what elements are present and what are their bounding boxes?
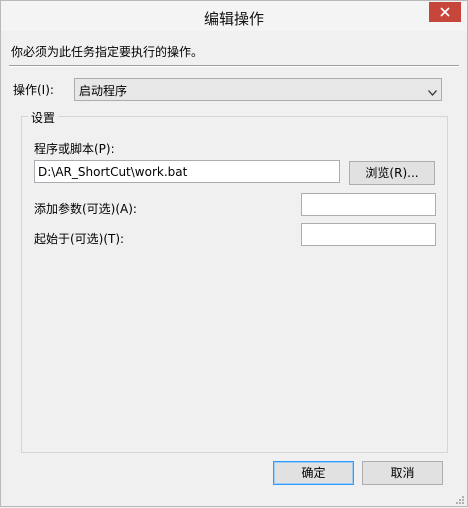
program-input[interactable] [34,160,340,183]
close-icon [440,7,450,17]
start-in-label: 起始于(可选)(T): [34,232,125,246]
arguments-label: 添加参数(可选)(A): [34,202,137,216]
browse-button[interactable]: 浏览(R)... [349,161,435,185]
title-bar: 编辑操作 [1,1,467,31]
ok-button[interactable]: 确定 [273,461,354,485]
start-in-input[interactable] [301,223,436,246]
dialog-content: 你必须为此任务指定要执行的操作。 操作(I): 启动程序 设置 程序或脚本(P)… [9,31,459,500]
arguments-input[interactable] [301,193,436,216]
settings-group: 设置 程序或脚本(P): 浏览(R)... 添加参数(可选)(A): 起始于(可… [21,109,448,453]
separator [9,65,459,67]
action-label: 操作(I): [13,83,54,97]
settings-group-title: 设置 [28,109,59,126]
edit-action-dialog: 编辑操作 你必须为此任务指定要执行的操作。 操作(I): 启动程序 设置 程序或… [0,0,468,507]
chevron-down-icon [428,85,437,99]
resize-grip-icon[interactable] [455,494,465,504]
program-label: 程序或脚本(P): [34,142,115,156]
close-button[interactable] [429,2,461,22]
action-select[interactable]: 启动程序 [74,78,442,101]
window-title: 编辑操作 [203,10,264,28]
cancel-button[interactable]: 取消 [362,461,443,485]
action-select-value: 启动程序 [79,84,128,98]
instruction-text: 你必须为此任务指定要执行的操作。 [11,45,204,59]
